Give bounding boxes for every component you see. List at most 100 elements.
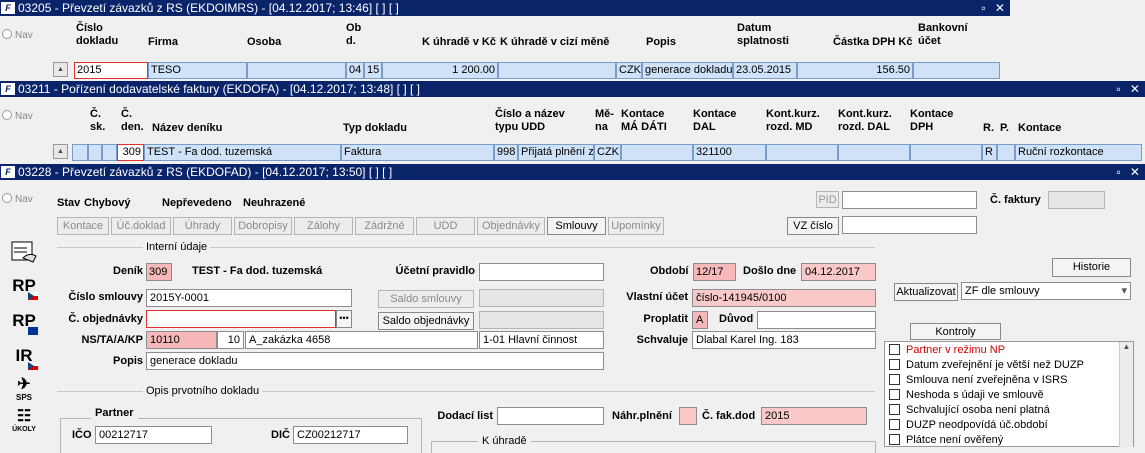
vz-cislo-input[interactable] bbox=[842, 216, 977, 234]
historie-button[interactable]: Historie bbox=[1052, 258, 1131, 277]
cell-blank[interactable] bbox=[72, 144, 88, 161]
chevron-down-icon[interactable]: ▾ bbox=[1121, 283, 1127, 299]
cell-kont-kurz-md[interactable] bbox=[766, 144, 838, 161]
ucetni-pravidlo-input[interactable] bbox=[479, 263, 604, 281]
window-controls[interactable]: ▫ ✕ bbox=[1116, 81, 1143, 97]
pid-button[interactable]: PID bbox=[816, 191, 839, 208]
c-objednavky-input[interactable] bbox=[146, 310, 336, 328]
cell-k-uhrade-kc[interactable]: 1 200.00 bbox=[382, 62, 498, 79]
cell-blank-2[interactable] bbox=[102, 144, 117, 161]
kontroly-item[interactable]: Schvalující osoba není platná bbox=[889, 403, 1050, 417]
cell-cislo-typu[interactable]: 998 bbox=[494, 144, 518, 161]
tab-objednavky[interactable]: Objednávky bbox=[477, 217, 545, 235]
c-faktury-input[interactable] bbox=[1048, 191, 1105, 209]
duvod-input[interactable] bbox=[757, 311, 876, 329]
cell-bankovni-ucet[interactable] bbox=[913, 62, 1000, 79]
proplatit-input[interactable]: A bbox=[692, 311, 708, 329]
saldo-objednavky-button[interactable]: Saldo objednávky bbox=[378, 312, 474, 330]
saldo-smlouvy-button[interactable]: Saldo smlouvy bbox=[378, 290, 474, 308]
scroll-up-icon[interactable]: ▲ bbox=[53, 62, 68, 77]
cell-nazev-deniku[interactable]: TEST - Fa dod. tuzemská bbox=[144, 144, 341, 161]
c-fak-dod-input[interactable]: 2015 bbox=[761, 407, 867, 425]
cislo-smlouvy-input[interactable]: 2015Y-0001 bbox=[146, 289, 352, 307]
nav-radio[interactable]: Nav bbox=[2, 193, 33, 205]
saldo-smlouvy-input[interactable] bbox=[479, 289, 604, 307]
ns-input[interactable]: 10110 bbox=[146, 331, 217, 349]
zf-select[interactable]: ZF dle smlouvy ▾ bbox=[961, 282, 1131, 300]
kontroly-item[interactable]: Plátce není ověřený bbox=[889, 433, 1003, 447]
vz-cislo-button[interactable]: VZ číslo bbox=[787, 217, 839, 235]
cell-kontace-dal[interactable]: 321100 bbox=[693, 144, 766, 161]
denik-input[interactable]: 309 bbox=[146, 263, 172, 281]
kontroly-scrollbar[interactable]: ▲ bbox=[1119, 342, 1133, 447]
tab-udd[interactable]: UDD bbox=[416, 217, 475, 235]
tab-dobropisy[interactable]: Dobropisy bbox=[234, 217, 292, 235]
checkbox[interactable] bbox=[889, 389, 900, 400]
dic-input[interactable]: CZ00212717 bbox=[293, 426, 408, 444]
kontroly-button[interactable]: Kontroly bbox=[910, 323, 1001, 340]
cell-kontace[interactable]: Ruční rozkontace bbox=[1015, 144, 1142, 161]
checkbox[interactable] bbox=[889, 374, 900, 385]
window-title-ekdofad[interactable]: F 03228 - Převzetí závazků z RS (EKDOFAD… bbox=[0, 164, 1145, 180]
checkbox[interactable] bbox=[889, 434, 900, 445]
cell-p[interactable] bbox=[997, 144, 1015, 161]
dodaci-list-input[interactable] bbox=[497, 407, 604, 425]
cinnost-input[interactable]: 1-01 Hlavní činnost bbox=[479, 331, 604, 349]
schvaluje-input[interactable]: Dlabal Karel Ing. 183 bbox=[692, 331, 876, 349]
cell-nazev-typu[interactable]: Přijatá plnění z bbox=[518, 144, 594, 161]
kontroly-item[interactable]: Neshoda s údaji ve smlouvě bbox=[889, 388, 1044, 402]
cell-kontace-ma-dati[interactable] bbox=[621, 144, 693, 161]
cell-castka-dph[interactable]: 156.50 bbox=[797, 62, 913, 79]
window-controls[interactable]: ▫ ✕ bbox=[1116, 164, 1143, 180]
cell-firma[interactable]: TESO bbox=[148, 62, 247, 79]
window-title-ekdoimrs[interactable]: F 03205 - Převzetí závazků z RS (EKDOIMR… bbox=[0, 0, 1010, 16]
checkbox[interactable] bbox=[889, 344, 900, 355]
aktualizovat-button[interactable]: Aktualizovat bbox=[894, 283, 958, 301]
cell-obd-mesic[interactable]: 15 bbox=[364, 62, 382, 79]
tab-upominky[interactable]: Upomínky bbox=[608, 217, 664, 235]
cell-c-den[interactable]: 309 bbox=[117, 144, 144, 161]
checkbox[interactable] bbox=[889, 404, 900, 415]
cell-kontace-dph[interactable] bbox=[910, 144, 982, 161]
window-controls[interactable]: ▫ ✕ bbox=[981, 0, 1008, 16]
rp-eu-icon[interactable]: RP bbox=[8, 307, 40, 337]
tab-zalohy[interactable]: Zálohy bbox=[294, 217, 353, 235]
nahr-plneni-input[interactable] bbox=[679, 407, 697, 425]
cell-popis[interactable]: generace dokladu bbox=[642, 62, 733, 79]
ukoly-list-icon[interactable]: ☷ ÚKOLY bbox=[8, 408, 40, 438]
more-icon[interactable]: ••• bbox=[336, 310, 352, 328]
hand-paper-icon[interactable] bbox=[8, 238, 40, 268]
cell-osoba[interactable] bbox=[247, 62, 346, 79]
kontroly-item[interactable]: Smlouva není zveřejněna v ISRS bbox=[889, 373, 1067, 387]
ir-cz-icon[interactable]: IR bbox=[8, 342, 40, 372]
scroll-up-icon[interactable]: ▲ bbox=[53, 144, 68, 159]
cell-k-uhrade-mena[interactable] bbox=[498, 62, 616, 79]
cell-r[interactable]: R bbox=[982, 144, 997, 161]
pid-input[interactable] bbox=[842, 191, 977, 209]
kontroly-item[interactable]: Datum zveřejnění je větší než DUZP bbox=[889, 358, 1084, 372]
vlastni-ucet-input[interactable]: číslo-141945/0100 bbox=[692, 289, 876, 307]
sps-plane-icon[interactable]: ✈ SPS bbox=[8, 376, 40, 406]
zakazka-input[interactable]: A_zakázka 4658 bbox=[245, 331, 478, 349]
tab-zadrzne[interactable]: Zádržné bbox=[355, 217, 414, 235]
cell-typ-dokladu[interactable]: Faktura bbox=[341, 144, 494, 161]
tab-kontace[interactable]: Kontace bbox=[57, 217, 109, 235]
doslo-dne-input[interactable]: 04.12.2017 bbox=[801, 263, 876, 281]
kontroly-item[interactable]: Partner v režimu NP bbox=[889, 343, 1005, 357]
tab-uhrady[interactable]: Úhrady bbox=[173, 217, 232, 235]
saldo-objednavky-input[interactable] bbox=[479, 311, 604, 329]
cell-obd-rok[interactable]: 04 bbox=[346, 62, 364, 79]
checkbox[interactable] bbox=[889, 419, 900, 430]
cell-mena[interactable]: CZK bbox=[594, 144, 621, 161]
kontroly-item[interactable]: DUZP neodpovídá úč.období bbox=[889, 418, 1048, 432]
ta-input[interactable]: 10 bbox=[217, 331, 244, 349]
window-title-ekdofa[interactable]: F 03211 - Pořízení dodavatelské faktury … bbox=[0, 81, 1145, 97]
nav-radio[interactable]: Nav bbox=[2, 110, 33, 122]
cell-cislo-dokladu[interactable]: 2015 bbox=[74, 62, 148, 79]
ico-input[interactable]: 00212717 bbox=[95, 426, 212, 444]
nav-radio[interactable]: Nav bbox=[2, 29, 33, 41]
cell-c-sk[interactable] bbox=[88, 144, 102, 161]
cell-mena[interactable]: CZK bbox=[616, 62, 642, 79]
checkbox[interactable] bbox=[889, 359, 900, 370]
rp-cz-icon[interactable]: RP bbox=[8, 272, 40, 302]
